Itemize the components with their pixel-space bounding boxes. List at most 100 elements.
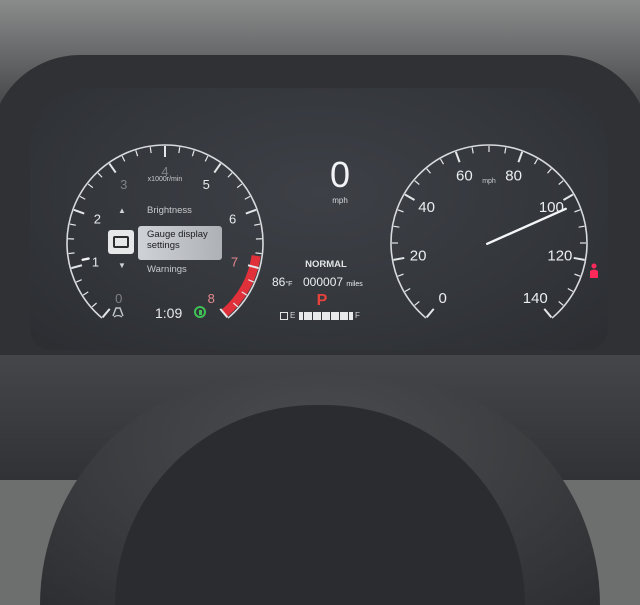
minor-tick xyxy=(179,147,180,153)
settings-menu[interactable]: ▲ Brightness Gauge display settings ▼ Wa… xyxy=(108,198,218,282)
tick-label: 120 xyxy=(547,248,572,265)
minor-tick xyxy=(69,253,75,254)
menu-item-gauge-display-settings[interactable]: Gauge display settings xyxy=(138,226,222,260)
fuel-empty-label: E xyxy=(290,311,295,320)
odometer-value: 000007 xyxy=(303,275,343,289)
fuel-segment xyxy=(308,312,312,320)
seatbelt-warning-icon xyxy=(588,263,600,279)
major-tick xyxy=(71,265,82,268)
tick-label: 5 xyxy=(203,177,210,192)
menu-item-brightness[interactable]: Brightness xyxy=(147,205,192,216)
tick-label: 20 xyxy=(410,248,427,265)
outside-temperature: 86°F xyxy=(272,275,292,289)
gauge-needle xyxy=(487,209,566,244)
speedometer: 020406080100120140mph xyxy=(384,143,594,343)
minor-tick xyxy=(398,210,404,212)
major-tick xyxy=(214,164,220,173)
minor-tick xyxy=(76,280,81,282)
major-tick xyxy=(427,309,434,317)
tick-label: 0 xyxy=(439,290,447,307)
odometer-unit: miles xyxy=(346,281,362,288)
minor-tick xyxy=(405,289,410,292)
minor-tick xyxy=(255,253,261,254)
minor-tick xyxy=(393,226,399,227)
eco-icon xyxy=(194,306,206,318)
speed-unit: mph xyxy=(320,196,360,205)
minor-tick xyxy=(205,156,208,161)
fuel-segment xyxy=(340,312,344,320)
minor-tick xyxy=(237,184,242,188)
major-tick xyxy=(109,164,115,173)
major-tick xyxy=(393,258,404,260)
menu-up-arrow-icon[interactable]: ▲ xyxy=(118,206,126,215)
fuel-level-bar xyxy=(299,312,353,320)
minor-tick xyxy=(427,169,431,174)
minor-tick xyxy=(398,274,404,276)
minor-tick xyxy=(415,181,420,185)
tick-label: 7 xyxy=(231,255,238,270)
minor-tick xyxy=(559,181,564,185)
minor-tick xyxy=(254,224,260,225)
gauge-display-icon xyxy=(108,230,134,254)
major-tick xyxy=(574,258,585,260)
gauge-unit-label: x1000r/min xyxy=(148,176,183,183)
minor-tick xyxy=(559,301,564,305)
fuel-segment xyxy=(344,312,348,320)
minor-tick xyxy=(83,292,88,295)
tick-label: 100 xyxy=(539,199,564,216)
minor-tick xyxy=(568,289,573,292)
major-tick xyxy=(544,309,551,317)
menu-item-label: Gauge display settings xyxy=(147,229,223,251)
major-tick xyxy=(246,210,256,214)
fuel-segment xyxy=(349,312,353,320)
minor-tick xyxy=(505,147,506,153)
gear-indicator: P xyxy=(312,292,332,310)
tick-label: 140 xyxy=(523,290,548,307)
fuel-segment xyxy=(326,312,330,320)
temperature-unit: °F xyxy=(285,281,292,288)
fuel-segment xyxy=(335,312,339,320)
odometer: 000007 miles xyxy=(303,275,363,289)
major-tick xyxy=(518,152,522,162)
gauge-unit-label: mph xyxy=(482,178,496,185)
minor-tick xyxy=(535,159,538,164)
fuel-pump-icon xyxy=(280,312,288,320)
menu-down-arrow-icon[interactable]: ▼ xyxy=(118,261,126,270)
drive-mode: NORMAL xyxy=(296,259,356,270)
minor-tick xyxy=(88,184,93,188)
minor-tick xyxy=(579,226,585,227)
minor-tick xyxy=(245,196,250,199)
minor-tick xyxy=(192,150,194,156)
major-tick xyxy=(456,152,460,162)
gauge-needle xyxy=(83,259,89,260)
tick-label: 0 xyxy=(115,291,122,306)
digital-speed: 0 xyxy=(320,155,360,195)
minor-tick xyxy=(575,210,581,212)
major-tick xyxy=(103,309,110,317)
major-tick xyxy=(563,195,573,201)
fuel-full-label: F xyxy=(355,311,360,320)
gauge-rim xyxy=(391,145,587,318)
minor-tick xyxy=(415,301,420,305)
tick-label: 8 xyxy=(208,291,215,306)
minor-tick xyxy=(228,173,232,177)
minor-tick xyxy=(80,196,85,199)
fuel-segment xyxy=(322,312,326,320)
minor-tick xyxy=(136,150,138,156)
tick-label: 6 xyxy=(229,211,236,226)
tick-label: 1 xyxy=(92,255,99,270)
minor-tick xyxy=(92,303,97,307)
temperature-value: 86 xyxy=(272,275,285,289)
tick-label: 60 xyxy=(456,167,473,184)
fuel-segment xyxy=(317,312,321,320)
fuel-segment xyxy=(331,312,335,320)
fuel-segment xyxy=(304,312,308,320)
fuel-segment xyxy=(299,312,303,320)
minor-tick xyxy=(122,156,125,161)
major-tick xyxy=(74,210,84,214)
major-tick xyxy=(405,195,415,201)
minor-tick xyxy=(98,173,102,177)
fuel-segment xyxy=(313,312,317,320)
menu-item-warnings[interactable]: Warnings xyxy=(147,264,187,275)
clock: 1:09 xyxy=(155,305,182,321)
